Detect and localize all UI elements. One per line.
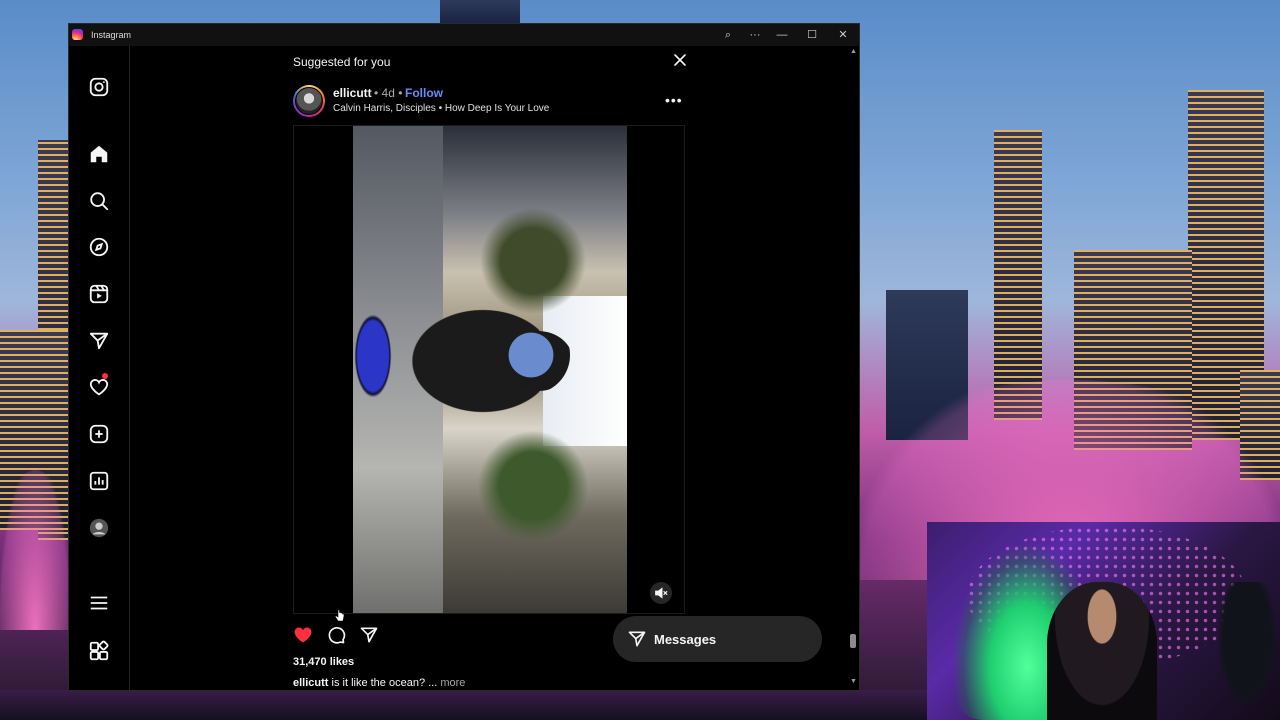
top-building: [440, 0, 520, 24]
video-motorcycle: [353, 311, 393, 401]
messages-label: Messages: [654, 632, 717, 647]
post-username[interactable]: ellicutt: [333, 86, 372, 100]
webcam-streamer: [1047, 582, 1157, 720]
notifications-heart-icon[interactable]: [88, 373, 110, 398]
video-palm-tree-2: [473, 426, 593, 546]
create-plus-icon[interactable]: [88, 423, 110, 445]
right-tower-1: [994, 130, 1042, 420]
hand-cursor-icon: [335, 609, 345, 623]
caption-username[interactable]: ellicutt: [293, 677, 328, 689]
window-title: Instagram: [91, 30, 132, 40]
post-more-options-icon[interactable]: •••: [665, 92, 683, 108]
scrollbar[interactable]: ▲ ▼: [848, 46, 859, 690]
webcam-overlay: [927, 522, 1280, 720]
menu-hamburger-icon[interactable]: [88, 592, 110, 614]
maximize-button[interactable]: ☐: [798, 24, 826, 46]
likes-count[interactable]: 31,470 likes: [293, 656, 354, 668]
mute-toggle-button[interactable]: [650, 582, 672, 604]
instagram-window: Instagram ⌕ ··· — ☐ ✕ ▲ ▼ Suggested for …: [69, 24, 859, 690]
messages-send-icon: [628, 631, 646, 647]
window-more-button[interactable]: ···: [741, 24, 769, 46]
also-from-meta-icon[interactable]: [88, 640, 110, 662]
reel-video[interactable]: [353, 126, 627, 613]
explore-compass-icon[interactable]: [88, 236, 110, 258]
close-window-button[interactable]: ✕: [829, 24, 857, 46]
scroll-up-arrow-icon[interactable]: ▲: [849, 48, 858, 56]
home-icon[interactable]: [88, 143, 110, 165]
post-audio-track[interactable]: Calvin Harris, Disciples • How Deep Is Y…: [333, 103, 549, 114]
messages-button[interactable]: Messages: [613, 616, 822, 662]
instagram-app-icon: [72, 29, 83, 40]
comment-icon[interactable]: [326, 625, 346, 645]
search-icon[interactable]: [88, 190, 110, 212]
video-helmet: [503, 331, 573, 391]
scrollbar-thumb[interactable]: [850, 634, 856, 648]
profile-avatar-icon[interactable]: [88, 517, 110, 539]
share-send-icon[interactable]: [359, 625, 379, 645]
post-caption: ellicutt is it like the ocean? ... more: [293, 677, 465, 689]
sidebar-nav: [69, 46, 130, 690]
like-heart-icon[interactable]: [293, 625, 313, 645]
zoom-button[interactable]: ⌕: [714, 24, 742, 46]
suggested-for-you-title: Suggested for you: [293, 55, 391, 69]
post-author-avatar[interactable]: [293, 85, 325, 117]
caption-text: is it like the ocean? ...: [328, 677, 441, 689]
minimize-button[interactable]: —: [768, 24, 796, 46]
follow-button[interactable]: Follow: [405, 86, 443, 100]
notification-dot: [102, 373, 108, 379]
scroll-down-arrow-icon[interactable]: ▼: [849, 678, 858, 686]
post-media[interactable]: [293, 125, 685, 614]
dashboard-icon[interactable]: [88, 470, 110, 492]
messages-send-icon[interactable]: [88, 330, 110, 352]
instagram-logo-icon[interactable]: [88, 76, 110, 98]
left-fountain: [0, 470, 70, 630]
title-bar: Instagram ⌕ ··· — ☐ ✕: [69, 24, 859, 46]
caption-more-link[interactable]: more: [440, 677, 465, 689]
close-suggested-icon[interactable]: [672, 52, 688, 68]
post-age: • 4d •: [374, 86, 403, 100]
webcam-plant: [1212, 582, 1280, 720]
reels-icon[interactable]: [88, 283, 110, 305]
